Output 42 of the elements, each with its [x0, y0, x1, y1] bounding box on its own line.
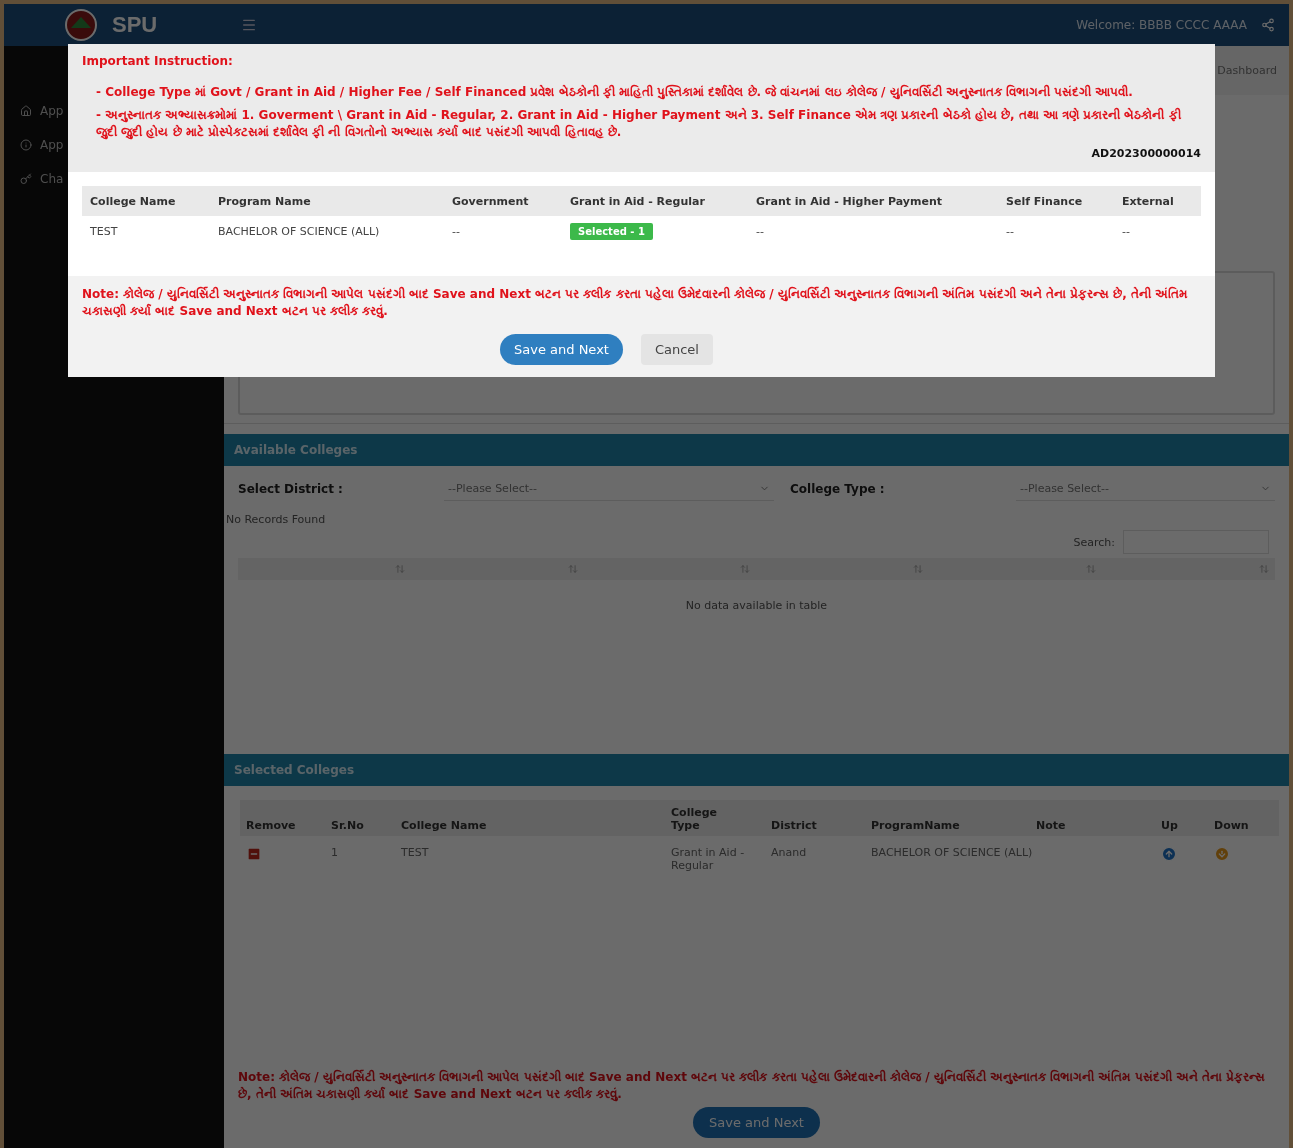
column-header: Grant in Aid - Regular: [570, 194, 706, 208]
table-cell-text: TEST: [401, 846, 430, 859]
empty-table-message: No data available in table: [685, 599, 828, 612]
table-cell-text: --: [452, 224, 461, 238]
column-header: College Name: [401, 819, 488, 832]
section-title: Available Colleges: [234, 443, 358, 457]
table-cell-text: Anand: [771, 846, 808, 859]
filter-label: College Type :: [790, 481, 886, 496]
no-records-text: No Records Found: [226, 513, 327, 526]
column-header: Program Name: [218, 194, 312, 208]
table-cell-text: BACHELOR OF SCIENCE (ALL): [218, 224, 381, 238]
selected-badge: Selected - 1: [570, 222, 653, 240]
table-cell-text: --: [1122, 224, 1131, 238]
column-header: College Name: [90, 194, 177, 208]
note-text: Note: કોલેજ / યુનિવર્સિટી અનુસ્નાતક વિભાગની આપેલ પસંદગી બાદ Save and Next બટન પર ક્લીક કરતા પહેલા ઉમેદવારની કોલેજ / યુનિવર્સિટી અનુસ્નાતક વિભાગની અંતિમ પસંદગી અને તેના પ્રેફરન્સ છે, તેની અંતિમ ચકાસણી કર્યા બાદ Save and Next બટન પર ક્લીક કરવું.: [237, 1069, 1267, 1103]
table-cell-text: --: [1006, 224, 1015, 238]
section-title: Selected Colleges: [234, 763, 355, 777]
column-header: Down: [1214, 819, 1250, 832]
search-label: Search:: [1073, 535, 1115, 549]
column-header: External: [1122, 194, 1175, 208]
column-header: Remove: [246, 819, 297, 832]
column-header: Note: [1036, 819, 1067, 832]
logo-text: SPU: [112, 12, 158, 38]
column-header: Self Finance: [1006, 194, 1084, 208]
column-header: Up: [1161, 819, 1179, 832]
column-header: ProgramName: [871, 819, 961, 832]
instruction-text: - College Type માં Govt / Grant in Aid / Higher Fee / Self Financed પ્રવેશ બેઠકોની ફી માહિતી પુસ્તિકામાં દર્શાવેલ છે. જે વાંચનમાં લઇ કોલેજ / યુનિવર્સિટી અનુસ્નાતક વિભાગની પસંદગી આપવી.: [95, 84, 1134, 101]
table-cell-text: BACHELOR OF SCIENCE (ALL): [871, 846, 1034, 859]
column-header: Government: [452, 194, 530, 208]
column-header: Grant in Aid - Higher Payment: [756, 194, 944, 208]
table-cell-text: TEST: [90, 224, 119, 238]
column-header: Sr.No: [331, 819, 365, 832]
dialog-title: Important Instruction:: [82, 54, 234, 68]
application-id: AD202300000014: [1091, 147, 1201, 160]
table-cell-text: 1: [331, 846, 339, 859]
note-text: Note: કોલેજ / યુનિવર્સિટી અનુસ્નાતક વિભાગની આપેલ પસંદગી બાદ Save and Next બટન પર ક્લીક કરતા પહેલા ઉમેદવારની કોલેજ / યુનિવર્સિટી અનુસ્નાતક વિભાગની અંતિમ પસંદગી અને તેના પ્રેફરન્સ છે, તેની અંતિમ ચકાસણી કર્યા બાદ Save and Next બટન પર ક્લીક કરવું.: [82, 286, 1189, 320]
welcome-text: Welcome: BBBB CCCC AAAA: [1076, 18, 1247, 32]
column-header: College Type: [671, 806, 718, 832]
table-cell-text: --: [756, 224, 765, 238]
filter-label: Select District :: [238, 481, 344, 496]
instruction-text: - અનુસ્નાતક અભ્યાસક્રમોમાં 1. Goverment \ Grant in Aid - Regular, 2. Grant in Aid - Higher Payment અને 3. Self Finance એમ ત્રણ પ્રકારની બેઠકો હોય છે, તથા આ ત્રણે પ્રકારની બેઠકોની ફી જુદી જુદી હોય છે માટે પ્રોસ્પેક્ટસમાં દર્શાવેલ ફી ની વિગતોનો અભ્યાસ કર્યા બાદ પસંદગી આપવી હિતાવહ છે.: [95, 107, 1182, 141]
column-header: District: [771, 819, 818, 832]
